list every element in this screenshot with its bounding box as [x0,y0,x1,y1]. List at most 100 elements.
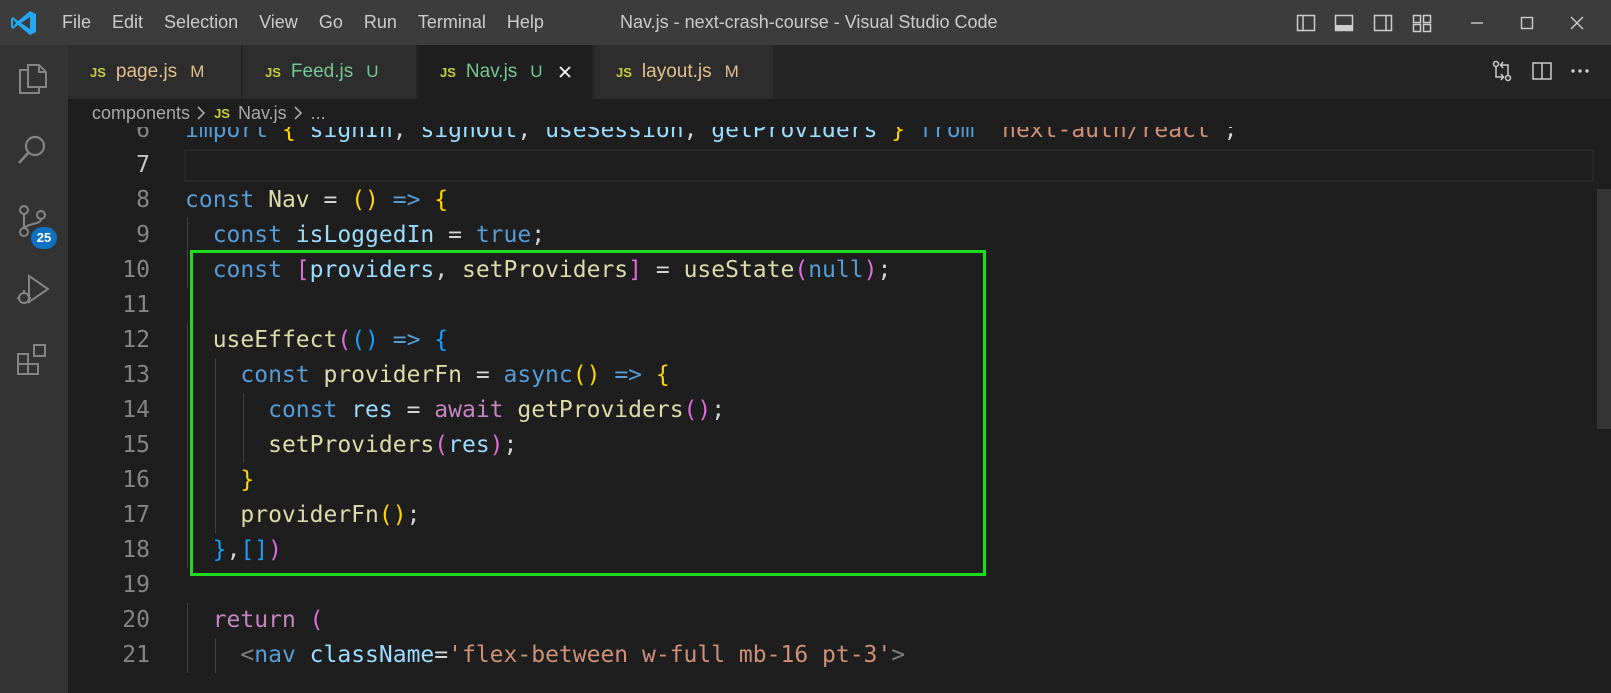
tab-git-status: U [530,62,543,81]
code-line[interactable]: 6 import { signIn, signOut, useSession, g… [68,127,1548,148]
indent-guide [243,393,245,428]
indent-guide [215,463,217,498]
code-line[interactable]: 14 const res = await getProviders(); [68,393,1548,428]
indent-guide [243,428,245,463]
indent-guide [187,323,188,358]
breadcrumb-file[interactable]: Nav.js [238,103,287,124]
js-file-icon: JS [440,64,456,80]
code-line[interactable]: 16 } [68,463,1548,498]
customize-layout-icon[interactable] [1412,13,1432,33]
menu-file[interactable]: File [62,12,91,33]
line-number: 11 [122,292,150,318]
menu-run[interactable]: Run [364,12,397,33]
indent-guide [187,393,188,428]
code-line[interactable]: 19 [68,568,1548,603]
tab-bar: JS page.js M JS Feed.js U JS Nav.js U JS… [68,45,1611,99]
line-number: 14 [122,397,150,423]
window-title: Nav.js - next-crash-course - Visual Stud… [620,12,998,32]
breadcrumb-symbols[interactable]: ... [311,103,326,124]
indent-guide [215,428,217,463]
toggle-primary-sidebar-icon[interactable] [1296,13,1316,33]
line-number: 15 [122,432,150,458]
line-number: 19 [122,572,150,598]
tab-feed-js[interactable]: JS Feed.js U [243,45,417,99]
code-line[interactable]: 11 [68,288,1548,323]
code-line[interactable]: 20 return ( [68,603,1548,638]
scrollbar-thumb[interactable] [1597,189,1611,429]
code-editor[interactable]: 6 import { signIn, signOut, useSession, g… [68,127,1611,693]
js-file-icon: JS [214,105,230,121]
code-line[interactable]: 15 setProviders(res); [68,428,1548,463]
tab-layout-js[interactable]: JS layout.js M [594,45,774,99]
run-debug-icon[interactable] [15,272,51,308]
line-number: 13 [122,362,150,388]
maximize-icon[interactable] [1516,12,1538,34]
code-line[interactable]: 13 const providerFn = async() => { [68,358,1548,393]
menu-help[interactable]: Help [507,12,544,33]
code-line[interactable]: 21 <nav className='flex-between w-full m… [68,638,1548,673]
line-number: 10 [122,257,150,283]
tab-page-js[interactable]: JS page.js M [68,45,242,99]
js-file-icon: JS [265,64,281,80]
line-number: 16 [122,467,150,493]
code-text: const Nav = () => { [185,187,449,213]
code-line[interactable]: 7 [68,148,1548,183]
line-number: 18 [122,537,150,563]
vscode-logo-icon [11,11,36,35]
tab-label: Feed.js [290,61,354,82]
chevron-right-icon [197,106,206,120]
extensions-icon[interactable] [15,342,51,378]
menu-edit[interactable]: Edit [112,12,143,33]
code-text: const [providers, setProviders] = useSta… [212,257,892,283]
code-line[interactable]: 18 },[]) [68,533,1548,568]
line-number: 8 [136,187,150,213]
menu-view[interactable]: View [259,12,298,33]
menu-terminal[interactable]: Terminal [418,12,486,33]
minimize-icon[interactable] [1466,12,1488,34]
code-line[interactable]: 9 const isLoggedIn = true; [68,218,1548,253]
close-window-icon[interactable] [1566,12,1588,34]
code-text: const isLoggedIn = true; [212,222,546,248]
indent-guide [187,428,188,463]
indent-guide [187,638,188,673]
close-tab-icon[interactable] [557,64,573,80]
line-number: 9 [136,222,150,248]
code-line[interactable]: 17 providerFn(); [68,498,1548,533]
source-control-badge: 25 [31,227,57,249]
code-line[interactable]: 8 const Nav = () => { [68,183,1548,218]
open-changes-icon[interactable] [1490,59,1514,83]
code-text: },[]) [212,537,282,563]
line-number: 6 [136,127,150,143]
code-line[interactable]: 12 useEffect(() => { [68,323,1548,358]
menu-bar: File Edit Selection View Go Run Terminal… [62,0,565,45]
code-text: const providerFn = async() => { [240,362,670,388]
tab-label: layout.js [641,61,712,82]
tab-git-status: U [366,62,379,81]
code-text: } [240,467,255,493]
tab-label: page.js [115,61,178,82]
breadcrumb-folder[interactable]: components [92,103,190,124]
menu-selection[interactable]: Selection [164,12,238,33]
tab-git-status: M [724,62,739,81]
more-actions-icon[interactable] [1568,59,1592,83]
indent-guide [215,393,217,428]
code-text: setProviders(res); [268,432,518,458]
tab-label: Nav.js [465,61,518,82]
code-text: useEffect(() => { [212,327,449,353]
toggle-secondary-sidebar-icon[interactable] [1373,13,1393,33]
search-icon[interactable] [15,132,51,168]
tab-nav-js[interactable]: JS Nav.js U [418,45,593,99]
code-text: providerFn(); [240,502,421,528]
indent-guide [187,218,188,253]
line-number: 17 [122,502,150,528]
js-file-icon: JS [90,64,106,80]
split-editor-icon[interactable] [1530,59,1554,83]
menu-go[interactable]: Go [319,12,343,33]
code-text: <nav className='flex-between w-full mb-1… [240,642,906,668]
chevron-right-icon [294,106,302,120]
toggle-panel-icon[interactable] [1334,13,1354,33]
indent-guide [187,603,188,638]
code-text: return ( [212,607,324,633]
explorer-icon[interactable] [15,60,51,96]
code-line[interactable]: 10 const [providers, setProviders] = use… [68,253,1548,288]
